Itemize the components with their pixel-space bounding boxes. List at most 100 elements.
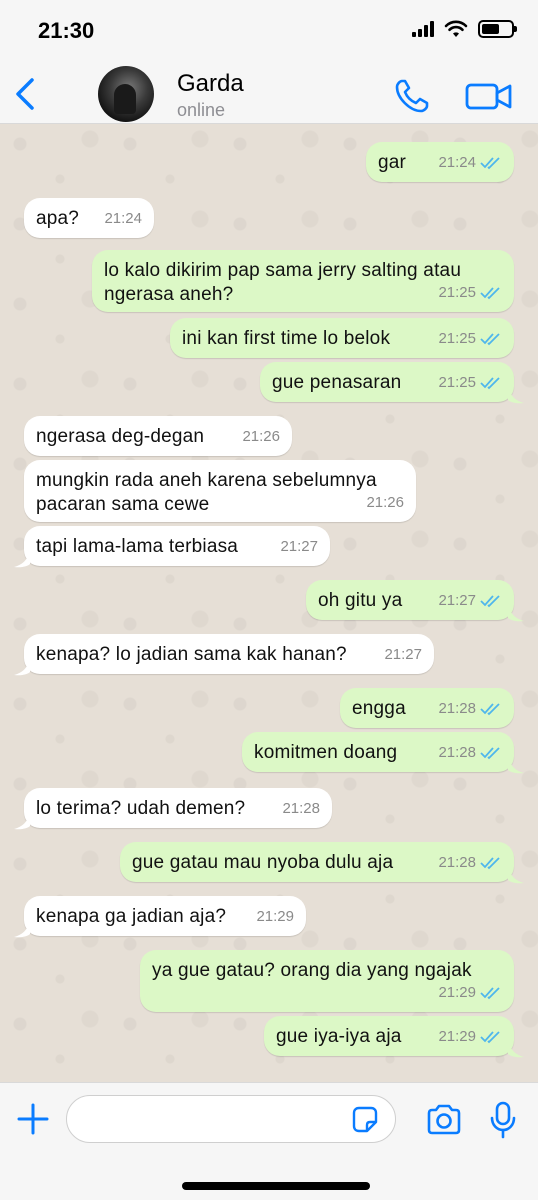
message-time: 21:29 [438, 1028, 476, 1045]
message-time: 21:28 [438, 700, 476, 717]
message-text: kenapa ga jadian aja? [36, 906, 227, 927]
message-meta: 21:24 [438, 151, 502, 175]
message-text: apa? [36, 208, 80, 229]
contact-status: online [177, 100, 226, 120]
plus-icon[interactable] [16, 1102, 50, 1136]
chat-messages[interactable]: gar 21:24 apa? 21:24 lo kalo dikirim pap… [0, 124, 538, 1082]
message-text: mungkin rada aneh karena sebelumnya paca… [36, 470, 377, 515]
message-meta: 21:28 [438, 741, 502, 765]
bubble-tail [508, 386, 524, 404]
status-time: 21:30 [38, 18, 95, 43]
message-meta: 21:27 [438, 589, 502, 613]
message-bubble[interactable]: gue gatau mau nyoba dulu aja 21:28 [120, 842, 514, 882]
bubble-tail [508, 866, 524, 884]
read-ticks-icon [480, 157, 500, 170]
cellular-signal-icon [412, 21, 434, 37]
contact-avatar[interactable] [98, 66, 154, 122]
message-bubble[interactable]: lo kalo dikirim pap sama jerry salting a… [92, 250, 514, 312]
read-ticks-icon [480, 987, 500, 1000]
microphone-icon[interactable] [490, 1101, 516, 1139]
message-time: 21:28 [438, 854, 476, 871]
message-time: 21:29 [256, 908, 294, 925]
message-meta: 21:26 [366, 491, 404, 515]
message-time: 21:28 [282, 800, 320, 817]
message-text: gue penasaran [272, 372, 402, 393]
read-ticks-icon [480, 287, 500, 300]
message-text: kenapa? lo jadian sama kak hanan? [36, 644, 347, 665]
message-time: 21:27 [280, 538, 318, 555]
message-meta: 21:28 [438, 851, 502, 875]
read-ticks-icon [480, 1031, 500, 1044]
read-ticks-icon [480, 333, 500, 346]
wifi-icon [444, 20, 468, 37]
read-ticks-icon [480, 747, 500, 760]
home-indicator[interactable] [182, 1182, 370, 1190]
bubble-tail [14, 812, 30, 830]
message-bubble[interactable]: gue iya-iya aja 21:29 [264, 1016, 514, 1056]
message-bubble[interactable]: ngerasa deg-degan 21:26 [24, 416, 292, 456]
bubble-tail [508, 1040, 524, 1058]
message-bubble[interactable]: tapi lama-lama terbiasa 21:27 [24, 526, 330, 566]
message-time: 21:27 [384, 646, 422, 663]
message-bubble[interactable]: kenapa? lo jadian sama kak hanan? 21:27 [24, 634, 434, 674]
message-text: gar [378, 152, 407, 173]
sticker-icon[interactable] [350, 1105, 380, 1135]
message-meta: 21:29 [438, 1025, 502, 1049]
read-ticks-icon [480, 595, 500, 608]
phone-call-icon[interactable] [392, 76, 432, 116]
message-meta: 21:26 [242, 425, 280, 449]
message-bubble[interactable]: mungkin rada aneh karena sebelumnya paca… [24, 460, 416, 522]
message-text: lo kalo dikirim pap sama jerry salting a… [104, 260, 462, 305]
message-bubble[interactable]: gue penasaran 21:25 [260, 362, 514, 402]
message-time: 21:28 [438, 744, 476, 761]
bubble-tail [14, 920, 30, 938]
message-time: 21:25 [438, 284, 476, 301]
message-bubble[interactable]: oh gitu ya 21:27 [306, 580, 514, 620]
read-ticks-icon [480, 377, 500, 390]
status-icons [412, 20, 517, 38]
message-text: lo terima? udah demen? [36, 798, 246, 819]
message-meta: 21:27 [280, 535, 318, 559]
message-time: 21:26 [242, 428, 280, 445]
message-bubble[interactable]: apa? 21:24 [24, 198, 154, 238]
camera-icon[interactable] [425, 1103, 463, 1137]
message-bubble[interactable]: lo terima? udah demen? 21:28 [24, 788, 332, 828]
message-meta: 21:25 [438, 281, 502, 305]
bubble-tail [14, 658, 30, 676]
message-meta: 21:29 [256, 905, 294, 929]
message-time: 21:25 [438, 330, 476, 347]
message-time: 21:26 [366, 494, 404, 511]
message-time: 21:24 [438, 154, 476, 171]
contact-name[interactable]: Garda [177, 70, 244, 98]
message-text: gue iya-iya aja [276, 1026, 402, 1047]
message-time: 21:25 [438, 374, 476, 391]
message-bubble[interactable]: gar 21:24 [366, 142, 514, 182]
bubble-tail [508, 756, 524, 774]
message-meta: 21:29 [438, 981, 502, 1005]
message-text: engga [352, 698, 406, 719]
message-bubble[interactable]: ini kan first time lo belok 21:25 [170, 318, 514, 358]
message-input[interactable] [66, 1095, 396, 1143]
message-bubble[interactable]: ya gue gatau? orang dia yang ngajak 21:2… [140, 950, 514, 1012]
message-bubble[interactable]: komitmen doang 21:28 [242, 732, 514, 772]
read-ticks-icon [480, 857, 500, 870]
video-call-icon[interactable] [464, 76, 514, 116]
bubble-tail [508, 604, 524, 622]
message-text: oh gitu ya [318, 590, 403, 611]
message-time: 21:24 [104, 210, 142, 227]
message-time: 21:29 [438, 984, 476, 1001]
message-text: ngerasa deg-degan [36, 426, 205, 447]
message-meta: 21:28 [438, 697, 502, 721]
back-chevron-icon[interactable] [10, 74, 44, 114]
message-meta: 21:27 [384, 643, 422, 667]
message-text: ya gue gatau? orang dia yang ngajak [152, 960, 472, 981]
message-bubble[interactable]: engga 21:28 [340, 688, 514, 728]
message-text: komitmen doang [254, 742, 398, 763]
message-time: 21:27 [438, 592, 476, 609]
battery-icon [478, 20, 517, 38]
status-bar: 21:30 [0, 0, 538, 62]
bubble-tail [14, 550, 30, 568]
message-meta: 21:25 [438, 327, 502, 351]
message-meta: 21:28 [282, 797, 320, 821]
message-bubble[interactable]: kenapa ga jadian aja? 21:29 [24, 896, 306, 936]
